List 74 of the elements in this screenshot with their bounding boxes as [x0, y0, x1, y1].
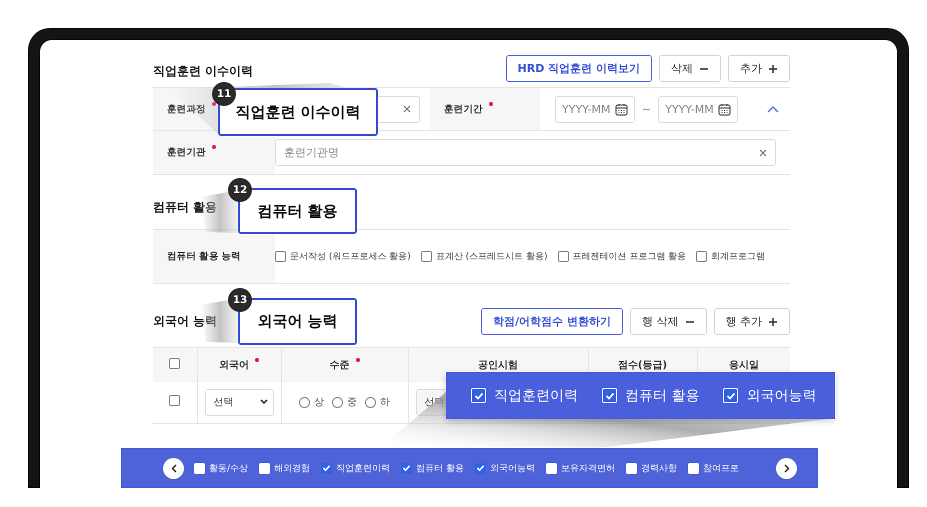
- calendar-icon: [615, 102, 628, 116]
- section-title: 컴퓨터 활용: [153, 199, 218, 216]
- action-button[interactable]: 학점/어학점수 변환하기: [481, 308, 623, 335]
- option-label: 표계산 (스프레드시트 활용): [436, 251, 548, 263]
- nav-item-label: 활동/수상: [209, 462, 248, 474]
- check-icon: [604, 390, 614, 400]
- date-field[interactable]: YYYY-MM: [555, 96, 635, 122]
- column-header: 외국어: [219, 358, 249, 372]
- radio-button[interactable]: [365, 396, 376, 408]
- check-icon: [474, 390, 484, 400]
- checkbox[interactable]: [401, 462, 412, 474]
- radio-button[interactable]: [332, 396, 343, 408]
- caret-icon: [260, 399, 268, 406]
- column-header: 수준: [330, 358, 350, 372]
- check-icon: [726, 390, 736, 400]
- checkbox[interactable]: [169, 395, 180, 406]
- input-field[interactable]: 훈련기관명: [275, 139, 776, 166]
- checkbox[interactable]: [696, 251, 708, 262]
- calendar-icon: [718, 102, 732, 116]
- radio-button[interactable]: [299, 396, 310, 408]
- field-label: 훈련기관: [167, 146, 206, 159]
- section-title: 외국어 능력: [153, 313, 218, 330]
- checkbox[interactable]: [169, 358, 180, 369]
- section-title: 직업훈련 이수이력: [153, 63, 254, 80]
- chevron-right-icon: [784, 464, 790, 473]
- checklist-label: 직업훈련이력: [494, 386, 578, 404]
- plus-icon: [768, 316, 778, 326]
- nav-item-label: 참여프로: [702, 462, 739, 474]
- checkbox[interactable]: [474, 462, 486, 474]
- option-label: 회계프로그램: [711, 251, 766, 263]
- previous-button[interactable]: [163, 458, 184, 478]
- column-header: 공인시험: [478, 358, 518, 372]
- radio-label: 중: [347, 396, 357, 410]
- field-label: 훈련과정: [167, 102, 206, 116]
- option-label: 프레젠테이션 프로그램 활용: [572, 251, 686, 263]
- action-button[interactable]: HRD 직업훈련 이력보기: [506, 55, 652, 82]
- number-badge: 11: [212, 82, 236, 106]
- checklist-label: 외국어능력: [746, 386, 816, 404]
- field-label: 훈련기간: [444, 102, 483, 116]
- check-icon: [476, 463, 485, 473]
- clear-icon: [403, 105, 411, 113]
- date-field[interactable]: YYYY-MM: [658, 96, 738, 122]
- delete-button[interactable]: 삭제: [659, 55, 721, 82]
- chevron-up-icon[interactable]: [767, 105, 780, 113]
- column-header: 응시일: [728, 358, 759, 372]
- clear-icon: [759, 148, 767, 156]
- checkbox[interactable]: [321, 462, 332, 474]
- plus-icon: [768, 64, 778, 74]
- radio-label: 하: [380, 396, 390, 410]
- nav-item-label: 컴퓨터 활용: [416, 462, 464, 474]
- field-label: 컴퓨터 활용 능력: [167, 250, 241, 263]
- check-icon: [402, 463, 412, 473]
- check-icon: [322, 463, 332, 473]
- checkbox[interactable]: [420, 251, 432, 262]
- add-button[interactable]: 행 추가: [714, 308, 790, 335]
- next-button[interactable]: [776, 458, 797, 479]
- checkbox[interactable]: [558, 251, 568, 262]
- select-dropdown[interactable]: 선택: [204, 388, 274, 416]
- chevron-left-icon: [170, 464, 176, 472]
- nav-item-label: 해외경험: [274, 462, 310, 474]
- checkbox[interactable]: [275, 251, 286, 262]
- nav-item-label: 외국어능력: [490, 462, 535, 474]
- number-badge: 12: [228, 178, 252, 202]
- option-label: 문서작성 (워드프로세스 활용): [290, 251, 411, 263]
- add-button[interactable]: 추가: [728, 55, 790, 82]
- nav-item-label: 보유자격면허: [560, 462, 615, 474]
- delete-button[interactable]: 행 삭제: [630, 308, 706, 335]
- checklist-label: 컴퓨터 활용: [625, 386, 700, 404]
- number-badge: 13: [228, 288, 252, 312]
- radio-label: 상: [314, 396, 324, 410]
- nav-item-label: 직업훈련이력: [336, 462, 390, 474]
- nav-item-label: 경력사항: [640, 462, 677, 474]
- range-separator: ~: [642, 102, 652, 116]
- column-header: 점수(등급): [618, 358, 668, 372]
